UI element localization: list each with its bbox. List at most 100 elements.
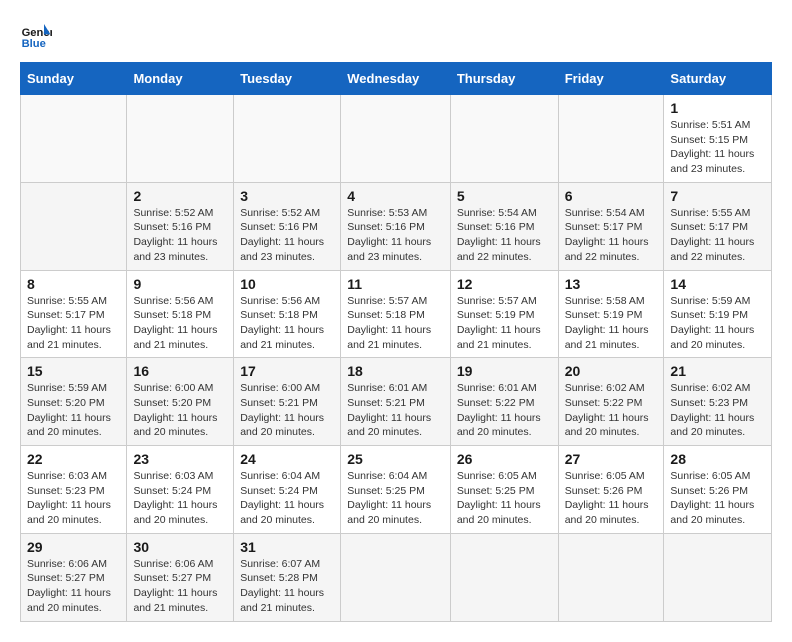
day-info: Sunrise: 5:55 AM Sunset: 5:17 PM Dayligh… [670,206,765,265]
day-cell-23: 23 Sunrise: 6:03 AM Sunset: 5:24 PM Dayli… [127,446,234,534]
day-cell-7: 7 Sunrise: 5:55 AM Sunset: 5:17 PM Daylig… [664,182,772,270]
day-cell-10: 10 Sunrise: 5:56 AM Sunset: 5:18 PM Dayli… [234,270,341,358]
day-number: 11 [347,276,444,292]
day-info: Sunrise: 5:58 AM Sunset: 5:19 PM Dayligh… [565,294,658,353]
day-number: 1 [670,100,765,116]
day-number: 16 [133,363,227,379]
day-number: 9 [133,276,227,292]
calendar-header-row: SundayMondayTuesdayWednesdayThursdayFrid… [21,63,772,95]
day-info: Sunrise: 5:51 AM Sunset: 5:15 PM Dayligh… [670,118,765,177]
empty-cell [558,95,664,183]
empty-cell [234,95,341,183]
day-number: 7 [670,188,765,204]
day-cell-2: 2 Sunrise: 5:52 AM Sunset: 5:16 PM Daylig… [127,182,234,270]
day-number: 26 [457,451,552,467]
empty-cell [341,95,451,183]
day-number: 25 [347,451,444,467]
empty-cell [450,533,558,621]
day-info: Sunrise: 6:04 AM Sunset: 5:25 PM Dayligh… [347,469,444,528]
logo: General Blue [20,20,52,52]
day-number: 27 [565,451,658,467]
logo-icon: General Blue [20,20,52,52]
day-info: Sunrise: 5:56 AM Sunset: 5:18 PM Dayligh… [133,294,227,353]
day-info: Sunrise: 6:03 AM Sunset: 5:23 PM Dayligh… [27,469,120,528]
day-number: 10 [240,276,334,292]
empty-cell [127,95,234,183]
day-cell-15: 15 Sunrise: 5:59 AM Sunset: 5:20 PM Dayli… [21,358,127,446]
empty-cell [341,533,451,621]
calendar-table: SundayMondayTuesdayWednesdayThursdayFrid… [20,62,772,622]
day-cell-12: 12 Sunrise: 5:57 AM Sunset: 5:19 PM Dayli… [450,270,558,358]
day-info: Sunrise: 5:57 AM Sunset: 5:19 PM Dayligh… [457,294,552,353]
day-number: 4 [347,188,444,204]
day-cell-30: 30Sunrise: 6:06 AM Sunset: 5:27 PM Dayli… [127,533,234,621]
day-number: 17 [240,363,334,379]
day-number: 5 [457,188,552,204]
empty-cell [664,533,772,621]
day-number: 24 [240,451,334,467]
day-cell-8: 8Sunrise: 5:55 AM Sunset: 5:17 PM Daylig… [21,270,127,358]
day-info: Sunrise: 5:57 AM Sunset: 5:18 PM Dayligh… [347,294,444,353]
calendar-week-4: 22Sunrise: 6:03 AM Sunset: 5:23 PM Dayli… [21,446,772,534]
day-info: Sunrise: 5:59 AM Sunset: 5:20 PM Dayligh… [27,381,120,440]
day-info: Sunrise: 6:02 AM Sunset: 5:22 PM Dayligh… [565,381,658,440]
day-info: Sunrise: 6:00 AM Sunset: 5:21 PM Dayligh… [240,381,334,440]
day-info: Sunrise: 6:05 AM Sunset: 5:26 PM Dayligh… [670,469,765,528]
page-header: General Blue [20,20,772,52]
day-info: Sunrise: 5:53 AM Sunset: 5:16 PM Dayligh… [347,206,444,265]
day-info: Sunrise: 6:06 AM Sunset: 5:27 PM Dayligh… [27,557,120,616]
day-cell-9: 9 Sunrise: 5:56 AM Sunset: 5:18 PM Daylig… [127,270,234,358]
day-info: Sunrise: 6:01 AM Sunset: 5:22 PM Dayligh… [457,381,552,440]
day-info: Sunrise: 5:52 AM Sunset: 5:16 PM Dayligh… [240,206,334,265]
day-number: 20 [565,363,658,379]
day-number: 31 [240,539,334,555]
calendar-week-5: 29Sunrise: 6:06 AM Sunset: 5:27 PM Dayli… [21,533,772,621]
day-cell-28: 28 Sunrise: 6:05 AM Sunset: 5:26 PM Dayli… [664,446,772,534]
empty-cell [450,95,558,183]
day-header-sunday: Sunday [21,63,127,95]
day-number: 18 [347,363,444,379]
day-cell-3: 3 Sunrise: 5:52 AM Sunset: 5:16 PM Daylig… [234,182,341,270]
day-cell-20: 20 Sunrise: 6:02 AM Sunset: 5:22 PM Dayli… [558,358,664,446]
day-info: Sunrise: 6:00 AM Sunset: 5:20 PM Dayligh… [133,381,227,440]
day-number: 15 [27,363,120,379]
day-info: Sunrise: 6:05 AM Sunset: 5:26 PM Dayligh… [565,469,658,528]
day-cell-27: 27 Sunrise: 6:05 AM Sunset: 5:26 PM Dayli… [558,446,664,534]
day-info: Sunrise: 5:56 AM Sunset: 5:18 PM Dayligh… [240,294,334,353]
day-cell-29: 29Sunrise: 6:06 AM Sunset: 5:27 PM Dayli… [21,533,127,621]
day-cell-17: 17 Sunrise: 6:00 AM Sunset: 5:21 PM Dayli… [234,358,341,446]
day-cell-5: 5 Sunrise: 5:54 AM Sunset: 5:16 PM Daylig… [450,182,558,270]
day-cell-18: 18 Sunrise: 6:01 AM Sunset: 5:21 PM Dayli… [341,358,451,446]
calendar-week-3: 15 Sunrise: 5:59 AM Sunset: 5:20 PM Dayli… [21,358,772,446]
day-cell-25: 25 Sunrise: 6:04 AM Sunset: 5:25 PM Dayli… [341,446,451,534]
day-info: Sunrise: 6:05 AM Sunset: 5:25 PM Dayligh… [457,469,552,528]
day-info: Sunrise: 5:55 AM Sunset: 5:17 PM Dayligh… [27,294,120,353]
calendar-week-2: 8Sunrise: 5:55 AM Sunset: 5:17 PM Daylig… [21,270,772,358]
day-cell-16: 16 Sunrise: 6:00 AM Sunset: 5:20 PM Dayli… [127,358,234,446]
calendar-week-0: 1 Sunrise: 5:51 AM Sunset: 5:15 PM Daylig… [21,95,772,183]
day-number: 6 [565,188,658,204]
day-info: Sunrise: 6:03 AM Sunset: 5:24 PM Dayligh… [133,469,227,528]
day-number: 23 [133,451,227,467]
day-number: 28 [670,451,765,467]
day-number: 21 [670,363,765,379]
day-header-monday: Monday [127,63,234,95]
day-number: 12 [457,276,552,292]
day-cell-11: 11 Sunrise: 5:57 AM Sunset: 5:18 PM Dayli… [341,270,451,358]
day-number: 14 [670,276,765,292]
day-cell-13: 13Sunrise: 5:58 AM Sunset: 5:19 PM Dayli… [558,270,664,358]
day-number: 3 [240,188,334,204]
day-cell-26: 26 Sunrise: 6:05 AM Sunset: 5:25 PM Dayli… [450,446,558,534]
empty-cell [558,533,664,621]
calendar-week-1: 2 Sunrise: 5:52 AM Sunset: 5:16 PM Daylig… [21,182,772,270]
day-info: Sunrise: 5:54 AM Sunset: 5:16 PM Dayligh… [457,206,552,265]
day-info: Sunrise: 6:07 AM Sunset: 5:28 PM Dayligh… [240,557,334,616]
day-number: 2 [133,188,227,204]
day-cell-14: 14Sunrise: 5:59 AM Sunset: 5:19 PM Dayli… [664,270,772,358]
svg-text:Blue: Blue [22,38,46,50]
day-header-friday: Friday [558,63,664,95]
day-header-tuesday: Tuesday [234,63,341,95]
day-info: Sunrise: 5:52 AM Sunset: 5:16 PM Dayligh… [133,206,227,265]
calendar-body: 1 Sunrise: 5:51 AM Sunset: 5:15 PM Daylig… [21,95,772,622]
day-info: Sunrise: 6:01 AM Sunset: 5:21 PM Dayligh… [347,381,444,440]
